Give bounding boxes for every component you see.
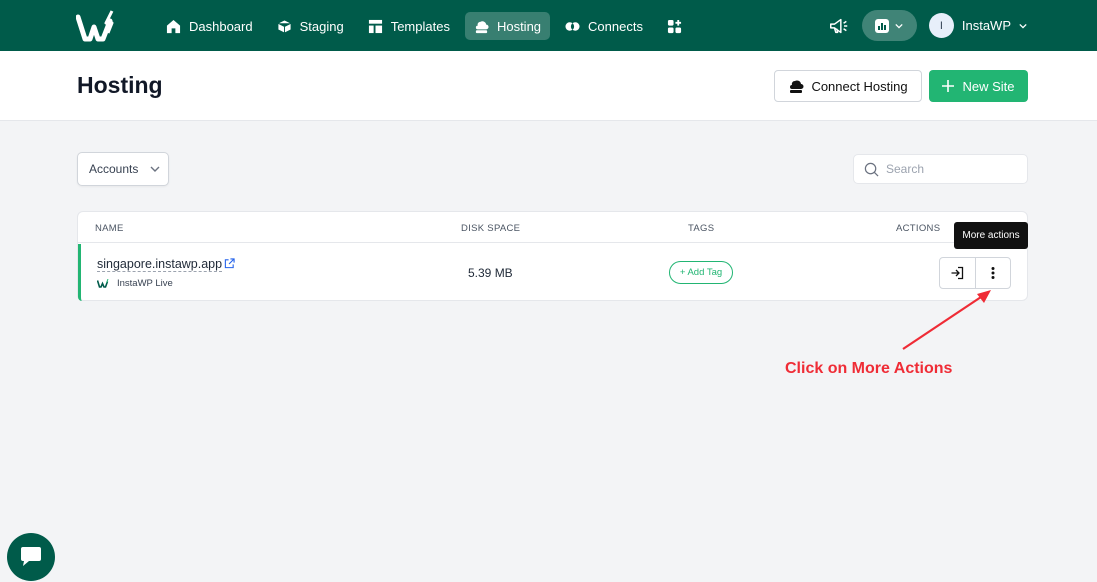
- page-header: Hosting Connect Hosting New Site: [0, 51, 1097, 121]
- nav-hosting[interactable]: Hosting: [464, 12, 551, 40]
- external-link-icon[interactable]: [224, 258, 235, 269]
- avatar: I: [928, 13, 954, 38]
- more-vertical-icon: [991, 267, 995, 279]
- connects-icon: [565, 21, 580, 31]
- table-header: NAME DISK SPACE TAGS ACTIONS: [78, 212, 1027, 243]
- cube-icon: [277, 18, 292, 34]
- cloud-server-icon: [790, 80, 804, 93]
- connect-hosting-button[interactable]: Connect Hosting: [774, 70, 922, 102]
- add-tag-button[interactable]: + Add Tag: [669, 261, 733, 284]
- search-input[interactable]: [886, 162, 1016, 176]
- nav-staging[interactable]: Staging: [268, 12, 353, 40]
- plus-icon: [942, 80, 955, 92]
- nav-connects[interactable]: Connects: [556, 12, 652, 40]
- nav-connects-label: Connects: [588, 18, 643, 34]
- disk-space-value: 5.39 MB: [468, 266, 513, 280]
- page-title: Hosting: [77, 72, 163, 98]
- accounts-dropdown[interactable]: Accounts: [77, 152, 169, 186]
- column-tags: TAGS: [688, 223, 715, 234]
- column-disk-space: DISK SPACE: [461, 223, 521, 234]
- sites-table: NAME DISK SPACE TAGS ACTIONS singapore.i…: [77, 211, 1028, 301]
- nav-dashboard[interactable]: Dashboard: [157, 12, 262, 40]
- annotation-arrow: [902, 290, 991, 350]
- table-row: singapore.instawp.app InstaWP Live 5.39 …: [78, 244, 1027, 301]
- column-name: NAME: [95, 223, 124, 234]
- column-actions: ACTIONS: [896, 223, 941, 234]
- apps-grid-icon: [667, 19, 682, 33]
- search-icon: [864, 162, 879, 176]
- nav-apps[interactable]: [658, 12, 691, 40]
- top-nav: Dashboard Staging Templates Hosting Conn…: [0, 0, 1097, 51]
- chat-widget-button[interactable]: [7, 533, 55, 581]
- cloud-server-icon: [475, 20, 489, 33]
- login-icon: [951, 266, 964, 280]
- megaphone-icon: [829, 18, 848, 33]
- annotation-text: Click on More Actions: [785, 360, 953, 377]
- new-site-label: New Site: [962, 78, 1015, 94]
- nav-dashboard-label: Dashboard: [189, 18, 253, 34]
- announcements-button[interactable]: [826, 13, 852, 39]
- user-name: InstaWP: [961, 18, 1011, 33]
- chevron-down-icon: [1019, 23, 1027, 29]
- stats-dropdown[interactable]: [861, 10, 917, 41]
- connect-hosting-label: Connect Hosting: [811, 78, 908, 94]
- instawp-small-logo: [97, 279, 109, 288]
- site-link[interactable]: singapore.instawp.app: [97, 257, 223, 272]
- nav-hosting-label: Hosting: [496, 18, 542, 34]
- instawp-logo[interactable]: [76, 9, 120, 43]
- chat-icon: [21, 547, 41, 566]
- search-box: [853, 154, 1028, 184]
- new-site-button[interactable]: New Site: [929, 70, 1028, 102]
- template-icon: [368, 19, 382, 33]
- chevron-down-icon: [150, 166, 160, 172]
- chevron-down-icon: [895, 23, 904, 29]
- nav-templates-label: Templates: [390, 18, 450, 34]
- home-icon: [166, 19, 181, 33]
- user-menu[interactable]: I InstaWP: [928, 13, 1027, 38]
- more-actions-button[interactable]: [974, 258, 1010, 288]
- accounts-label: Accounts: [89, 162, 139, 176]
- nav-templates[interactable]: Templates: [359, 12, 459, 40]
- chart-icon: [875, 18, 890, 33]
- more-actions-tooltip: More actions: [954, 222, 1028, 249]
- host-provider: InstaWP Live: [117, 278, 173, 289]
- login-button[interactable]: [940, 258, 975, 288]
- nav-staging-label: Staging: [299, 18, 344, 34]
